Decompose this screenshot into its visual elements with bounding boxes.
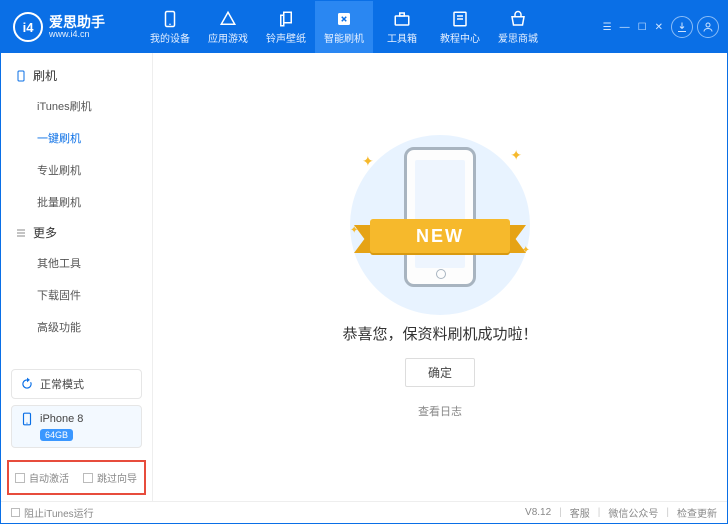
sidebar-item-firmware[interactable]: 下载固件 xyxy=(1,279,152,311)
auto-activate-checkbox[interactable]: 自动激活 xyxy=(15,470,69,485)
success-illustration: ✦ ✦ ✦ ✦ NEW xyxy=(330,125,550,315)
maximize-icon[interactable]: ☐ xyxy=(638,22,647,33)
sidebar-item-itunes[interactable]: iTunes刷机 xyxy=(1,90,152,122)
block-itunes-checkbox[interactable]: 阻止iTunes运行 xyxy=(11,505,94,520)
device-card[interactable]: iPhone 8 64GB xyxy=(11,405,142,448)
download-button[interactable] xyxy=(671,16,693,38)
tutorial-icon xyxy=(451,10,469,28)
ribbon-text: NEW xyxy=(370,219,510,253)
nav-label: 应用游戏 xyxy=(208,30,248,45)
main-content: ✦ ✦ ✦ ✦ NEW 恭喜您，保资料刷机成功啦！ 确定 查看日志 xyxy=(153,53,727,501)
sidebar-item-batch[interactable]: 批量刷机 xyxy=(1,186,152,218)
sidebar-item-othertools[interactable]: 其他工具 xyxy=(1,247,152,279)
nav-label: 我的设备 xyxy=(150,30,190,45)
app-header: i4 爱思助手 www.i4.cn 我的设备 应用游戏 铃声壁纸 智能刷机 工具箱 教程中… xyxy=(1,1,727,53)
nav-devices[interactable]: 我的设备 xyxy=(141,1,199,53)
status-bar: 阻止iTunes运行 V8.12 | 客服 | 微信公众号 | 检查更新 xyxy=(1,501,727,523)
device-name: iPhone 8 xyxy=(40,413,83,425)
support-link[interactable]: 客服 xyxy=(570,505,590,520)
section-title: 刷机 xyxy=(33,67,57,84)
auto-activate-label: 自动激活 xyxy=(29,470,69,485)
phone-icon xyxy=(20,412,34,426)
nav-label: 教程中心 xyxy=(440,30,480,45)
user-button[interactable] xyxy=(697,16,719,38)
ringtones-icon xyxy=(277,10,295,28)
app-site: www.i4.cn xyxy=(49,29,105,39)
top-nav: 我的设备 应用游戏 铃声壁纸 智能刷机 工具箱 教程中心 爱思商城 xyxy=(141,1,595,53)
skip-guide-label: 跳过向导 xyxy=(97,470,137,485)
nav-toolbox[interactable]: 工具箱 xyxy=(373,1,431,53)
version-label: V8.12 xyxy=(525,507,551,518)
nav-store[interactable]: 爱思商城 xyxy=(489,1,547,53)
nav-label: 铃声壁纸 xyxy=(266,30,306,45)
tray-icon[interactable]: ☰ xyxy=(603,22,612,33)
ok-button[interactable]: 确定 xyxy=(405,358,475,387)
mode-label: 正常模式 xyxy=(40,376,84,392)
app-title: 爱思助手 xyxy=(49,15,105,29)
sidebar: 刷机 iTunes刷机一键刷机专业刷机批量刷机更多其他工具下载固件高级功能 正常模… xyxy=(1,53,153,501)
sidebar-item-advanced[interactable]: 高级功能 xyxy=(1,311,152,343)
view-log-link[interactable]: 查看日志 xyxy=(418,403,462,419)
nav-label: 爱思商城 xyxy=(498,30,538,45)
success-message: 恭喜您，保资料刷机成功啦！ xyxy=(342,323,537,344)
nav-label: 工具箱 xyxy=(387,30,417,45)
devices-icon xyxy=(161,10,179,28)
toolbox-icon xyxy=(393,10,411,28)
flash-icon xyxy=(335,10,353,28)
sidebar-section-flash: 刷机 xyxy=(1,61,152,90)
block-itunes-label: 阻止iTunes运行 xyxy=(24,505,94,520)
nav-games[interactable]: 应用游戏 xyxy=(199,1,257,53)
window-controls[interactable]: ☰ — ☐ ✕ xyxy=(603,22,663,33)
phone-icon xyxy=(15,70,27,82)
storage-badge: 64GB xyxy=(40,429,73,441)
store-icon xyxy=(509,10,527,28)
nav-tutorial[interactable]: 教程中心 xyxy=(431,1,489,53)
logo-icon: i4 xyxy=(13,12,43,42)
nav-ringtones[interactable]: 铃声壁纸 xyxy=(257,1,315,53)
new-ribbon: NEW xyxy=(358,215,522,259)
bottom-options-highlight: 自动激活 跳过向导 xyxy=(7,460,146,495)
wechat-link[interactable]: 微信公众号 xyxy=(608,505,658,520)
check-update-link[interactable]: 检查更新 xyxy=(677,505,717,520)
minimize-icon[interactable]: — xyxy=(620,22,630,33)
sidebar-item-oneclick[interactable]: 一键刷机 xyxy=(1,122,152,154)
section-title: 更多 xyxy=(33,224,57,241)
skip-guide-checkbox[interactable]: 跳过向导 xyxy=(83,470,137,485)
games-icon xyxy=(219,10,237,28)
sidebar-section-more: 更多 xyxy=(1,218,152,247)
nav-flash[interactable]: 智能刷机 xyxy=(315,1,373,53)
list-icon xyxy=(15,227,27,239)
nav-label: 智能刷机 xyxy=(324,30,364,45)
sidebar-item-pro[interactable]: 专业刷机 xyxy=(1,154,152,186)
close-icon[interactable]: ✕ xyxy=(655,22,663,33)
device-mode-card[interactable]: 正常模式 xyxy=(11,369,142,399)
app-logo: i4 爱思助手 www.i4.cn xyxy=(1,12,141,42)
refresh-icon xyxy=(20,377,34,391)
